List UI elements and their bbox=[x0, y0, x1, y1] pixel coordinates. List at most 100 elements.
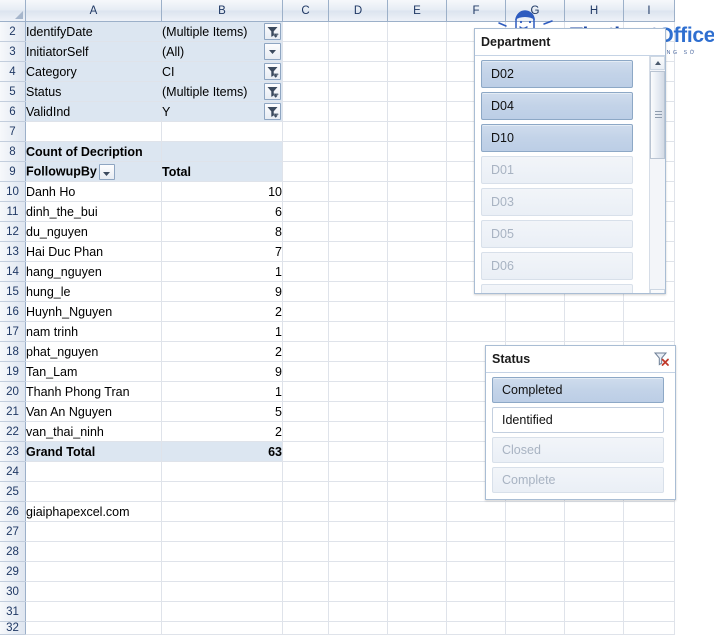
cell-d19[interactable] bbox=[328, 361, 388, 382]
department-slicer-item-d03[interactable]: D03 bbox=[481, 188, 633, 216]
cell-b23[interactable]: 63 bbox=[161, 441, 283, 462]
cell-h17[interactable] bbox=[564, 321, 624, 342]
cell-b3[interactable]: (All) bbox=[161, 41, 283, 62]
cell-i32[interactable] bbox=[623, 621, 675, 635]
row-header-10[interactable]: 10 bbox=[0, 181, 26, 202]
department-slicer-scrollbar[interactable] bbox=[649, 56, 665, 293]
cell-b19[interactable]: 9 bbox=[161, 361, 283, 382]
department-slicer-item-d06[interactable]: D06 bbox=[481, 252, 633, 280]
row-header-30[interactable]: 30 bbox=[0, 581, 26, 602]
cell-h29[interactable] bbox=[564, 561, 624, 582]
cell-e29[interactable] bbox=[387, 561, 447, 582]
row-header-32[interactable]: 32 bbox=[0, 621, 26, 635]
column-header-g[interactable]: G bbox=[505, 0, 565, 22]
cell-g32[interactable] bbox=[505, 621, 565, 635]
cell-d3[interactable] bbox=[328, 41, 388, 62]
cell-g31[interactable] bbox=[505, 601, 565, 622]
cell-c29[interactable] bbox=[282, 561, 329, 582]
cell-h32[interactable] bbox=[564, 621, 624, 635]
cell-e5[interactable] bbox=[387, 81, 447, 102]
cell-d2[interactable] bbox=[328, 21, 388, 42]
cell-c25[interactable] bbox=[282, 481, 329, 502]
cell-e11[interactable] bbox=[387, 201, 447, 222]
status-slicer-item-complete[interactable]: Complete bbox=[492, 467, 664, 493]
row-header-3[interactable]: 3 bbox=[0, 41, 26, 62]
department-slicer[interactable]: Department D02 D04 D10 D01 D03 D05 D06 D07 bbox=[474, 28, 666, 294]
cell-d12[interactable] bbox=[328, 221, 388, 242]
clear-filter-icon[interactable] bbox=[652, 350, 670, 367]
department-slicer-items[interactable]: D02 D04 D10 D01 D03 D05 D06 D07 bbox=[475, 56, 665, 293]
cell-a30[interactable] bbox=[25, 581, 162, 602]
cell-g16[interactable] bbox=[505, 301, 565, 322]
department-slicer-item-d02[interactable]: D02 bbox=[481, 60, 633, 88]
cell-e9[interactable] bbox=[387, 161, 447, 182]
cell-c9[interactable] bbox=[282, 161, 329, 182]
cell-a26[interactable]: giaiphapexcel.com bbox=[25, 501, 162, 522]
row-header-28[interactable]: 28 bbox=[0, 541, 26, 562]
row-header-21[interactable]: 21 bbox=[0, 401, 26, 422]
cell-d26[interactable] bbox=[328, 501, 388, 522]
cell-i27[interactable] bbox=[623, 521, 675, 542]
cell-d32[interactable] bbox=[328, 621, 388, 635]
cell-b6[interactable]: Y bbox=[161, 101, 283, 122]
column-header-d[interactable]: D bbox=[328, 0, 388, 22]
cell-a8[interactable]: Count of Decription bbox=[25, 141, 162, 162]
filter-applied-icon[interactable] bbox=[264, 83, 281, 100]
cell-a31[interactable] bbox=[25, 601, 162, 622]
cell-h31[interactable] bbox=[564, 601, 624, 622]
cell-d14[interactable] bbox=[328, 261, 388, 282]
cell-i28[interactable] bbox=[623, 541, 675, 562]
cell-b13[interactable]: 7 bbox=[161, 241, 283, 262]
cell-b21[interactable]: 5 bbox=[161, 401, 283, 422]
cell-d20[interactable] bbox=[328, 381, 388, 402]
cell-a18[interactable]: phat_nguyen bbox=[25, 341, 162, 362]
cell-e15[interactable] bbox=[387, 281, 447, 302]
column-header-c[interactable]: C bbox=[282, 0, 329, 22]
cell-d11[interactable] bbox=[328, 201, 388, 222]
cell-d6[interactable] bbox=[328, 101, 388, 122]
cell-b15[interactable]: 9 bbox=[161, 281, 283, 302]
cell-c4[interactable] bbox=[282, 61, 329, 82]
filter-applied-icon[interactable] bbox=[264, 103, 281, 120]
cell-e22[interactable] bbox=[387, 421, 447, 442]
cell-e19[interactable] bbox=[387, 361, 447, 382]
cell-g28[interactable] bbox=[505, 541, 565, 562]
cell-b2[interactable]: (Multiple Items) bbox=[161, 21, 283, 42]
cell-c13[interactable] bbox=[282, 241, 329, 262]
cell-a29[interactable] bbox=[25, 561, 162, 582]
cell-c6[interactable] bbox=[282, 101, 329, 122]
cell-f26[interactable] bbox=[446, 501, 506, 522]
row-header-22[interactable]: 22 bbox=[0, 421, 26, 442]
row-header-4[interactable]: 4 bbox=[0, 61, 26, 82]
row-header-8[interactable]: 8 bbox=[0, 141, 26, 162]
scroll-down-button[interactable] bbox=[650, 289, 665, 293]
cell-a6[interactable]: ValidInd bbox=[25, 101, 162, 122]
cell-b14[interactable]: 1 bbox=[161, 261, 283, 282]
cell-e6[interactable] bbox=[387, 101, 447, 122]
cell-c14[interactable] bbox=[282, 261, 329, 282]
cell-d31[interactable] bbox=[328, 601, 388, 622]
cell-a19[interactable]: Tan_Lam bbox=[25, 361, 162, 382]
cell-c24[interactable] bbox=[282, 461, 329, 482]
cell-d25[interactable] bbox=[328, 481, 388, 502]
cell-f28[interactable] bbox=[446, 541, 506, 562]
cell-c3[interactable] bbox=[282, 41, 329, 62]
cell-e28[interactable] bbox=[387, 541, 447, 562]
cell-a12[interactable]: du_nguyen bbox=[25, 221, 162, 242]
row-header-23[interactable]: 23 bbox=[0, 441, 26, 462]
cell-c10[interactable] bbox=[282, 181, 329, 202]
cell-d28[interactable] bbox=[328, 541, 388, 562]
cell-a15[interactable]: hung_le bbox=[25, 281, 162, 302]
cell-c27[interactable] bbox=[282, 521, 329, 542]
cell-a11[interactable]: dinh_the_bui bbox=[25, 201, 162, 222]
select-all-corner[interactable] bbox=[0, 0, 26, 22]
cell-b20[interactable]: 1 bbox=[161, 381, 283, 402]
row-header-13[interactable]: 13 bbox=[0, 241, 26, 262]
row-header-5[interactable]: 5 bbox=[0, 81, 26, 102]
cell-e31[interactable] bbox=[387, 601, 447, 622]
cell-c23[interactable] bbox=[282, 441, 329, 462]
cell-d16[interactable] bbox=[328, 301, 388, 322]
cell-c5[interactable] bbox=[282, 81, 329, 102]
cell-e24[interactable] bbox=[387, 461, 447, 482]
cell-e4[interactable] bbox=[387, 61, 447, 82]
